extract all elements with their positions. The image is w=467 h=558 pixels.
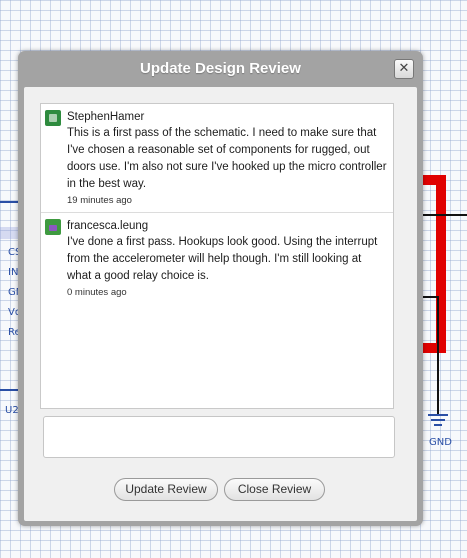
black-wire-top[interactable] — [419, 214, 467, 216]
reply-input[interactable] — [43, 416, 395, 458]
black-wire-ground[interactable] — [437, 296, 439, 416]
comment-text: I've done a first pass. Hookups look goo… — [67, 236, 378, 282]
comment-item: francesca.leung I've done a first pass. … — [41, 213, 393, 304]
schematic-canvas[interactable]: CS INT GN Vd Re U2 U GND Update Design R… — [0, 0, 467, 558]
comment-time: 19 minutes ago — [67, 195, 132, 206]
dialog-title: Update Design Review — [140, 60, 301, 77]
update-review-button[interactable]: Update Review — [114, 478, 218, 501]
close-dialog-button[interactable]: ✕ — [394, 59, 414, 79]
comment-time: 0 minutes ago — [67, 287, 127, 298]
comment-author: StephenHamer — [67, 111, 145, 123]
ground-symbol-icon — [428, 414, 448, 429]
comments-list[interactable]: StephenHamer This is a first pass of the… — [40, 103, 394, 409]
comment-item: StephenHamer This is a first pass of the… — [41, 104, 393, 213]
comment-author: francesca.leung — [67, 220, 149, 232]
ground-label: GND — [429, 437, 452, 448]
chip-name-label: U2 — [5, 405, 19, 416]
update-design-review-dialog: Update Design Review ✕ StephenHamer This… — [18, 51, 423, 526]
dialog-titlebar[interactable]: Update Design Review ✕ — [18, 51, 423, 87]
close-icon: ✕ — [398, 61, 410, 76]
close-review-button[interactable]: Close Review — [224, 478, 325, 501]
comment-text: This is a first pass of the schematic. I… — [67, 127, 387, 190]
dialog-body: StephenHamer This is a first pass of the… — [24, 87, 417, 521]
user-avatar-icon — [45, 110, 61, 126]
user-avatar-icon — [45, 219, 61, 235]
